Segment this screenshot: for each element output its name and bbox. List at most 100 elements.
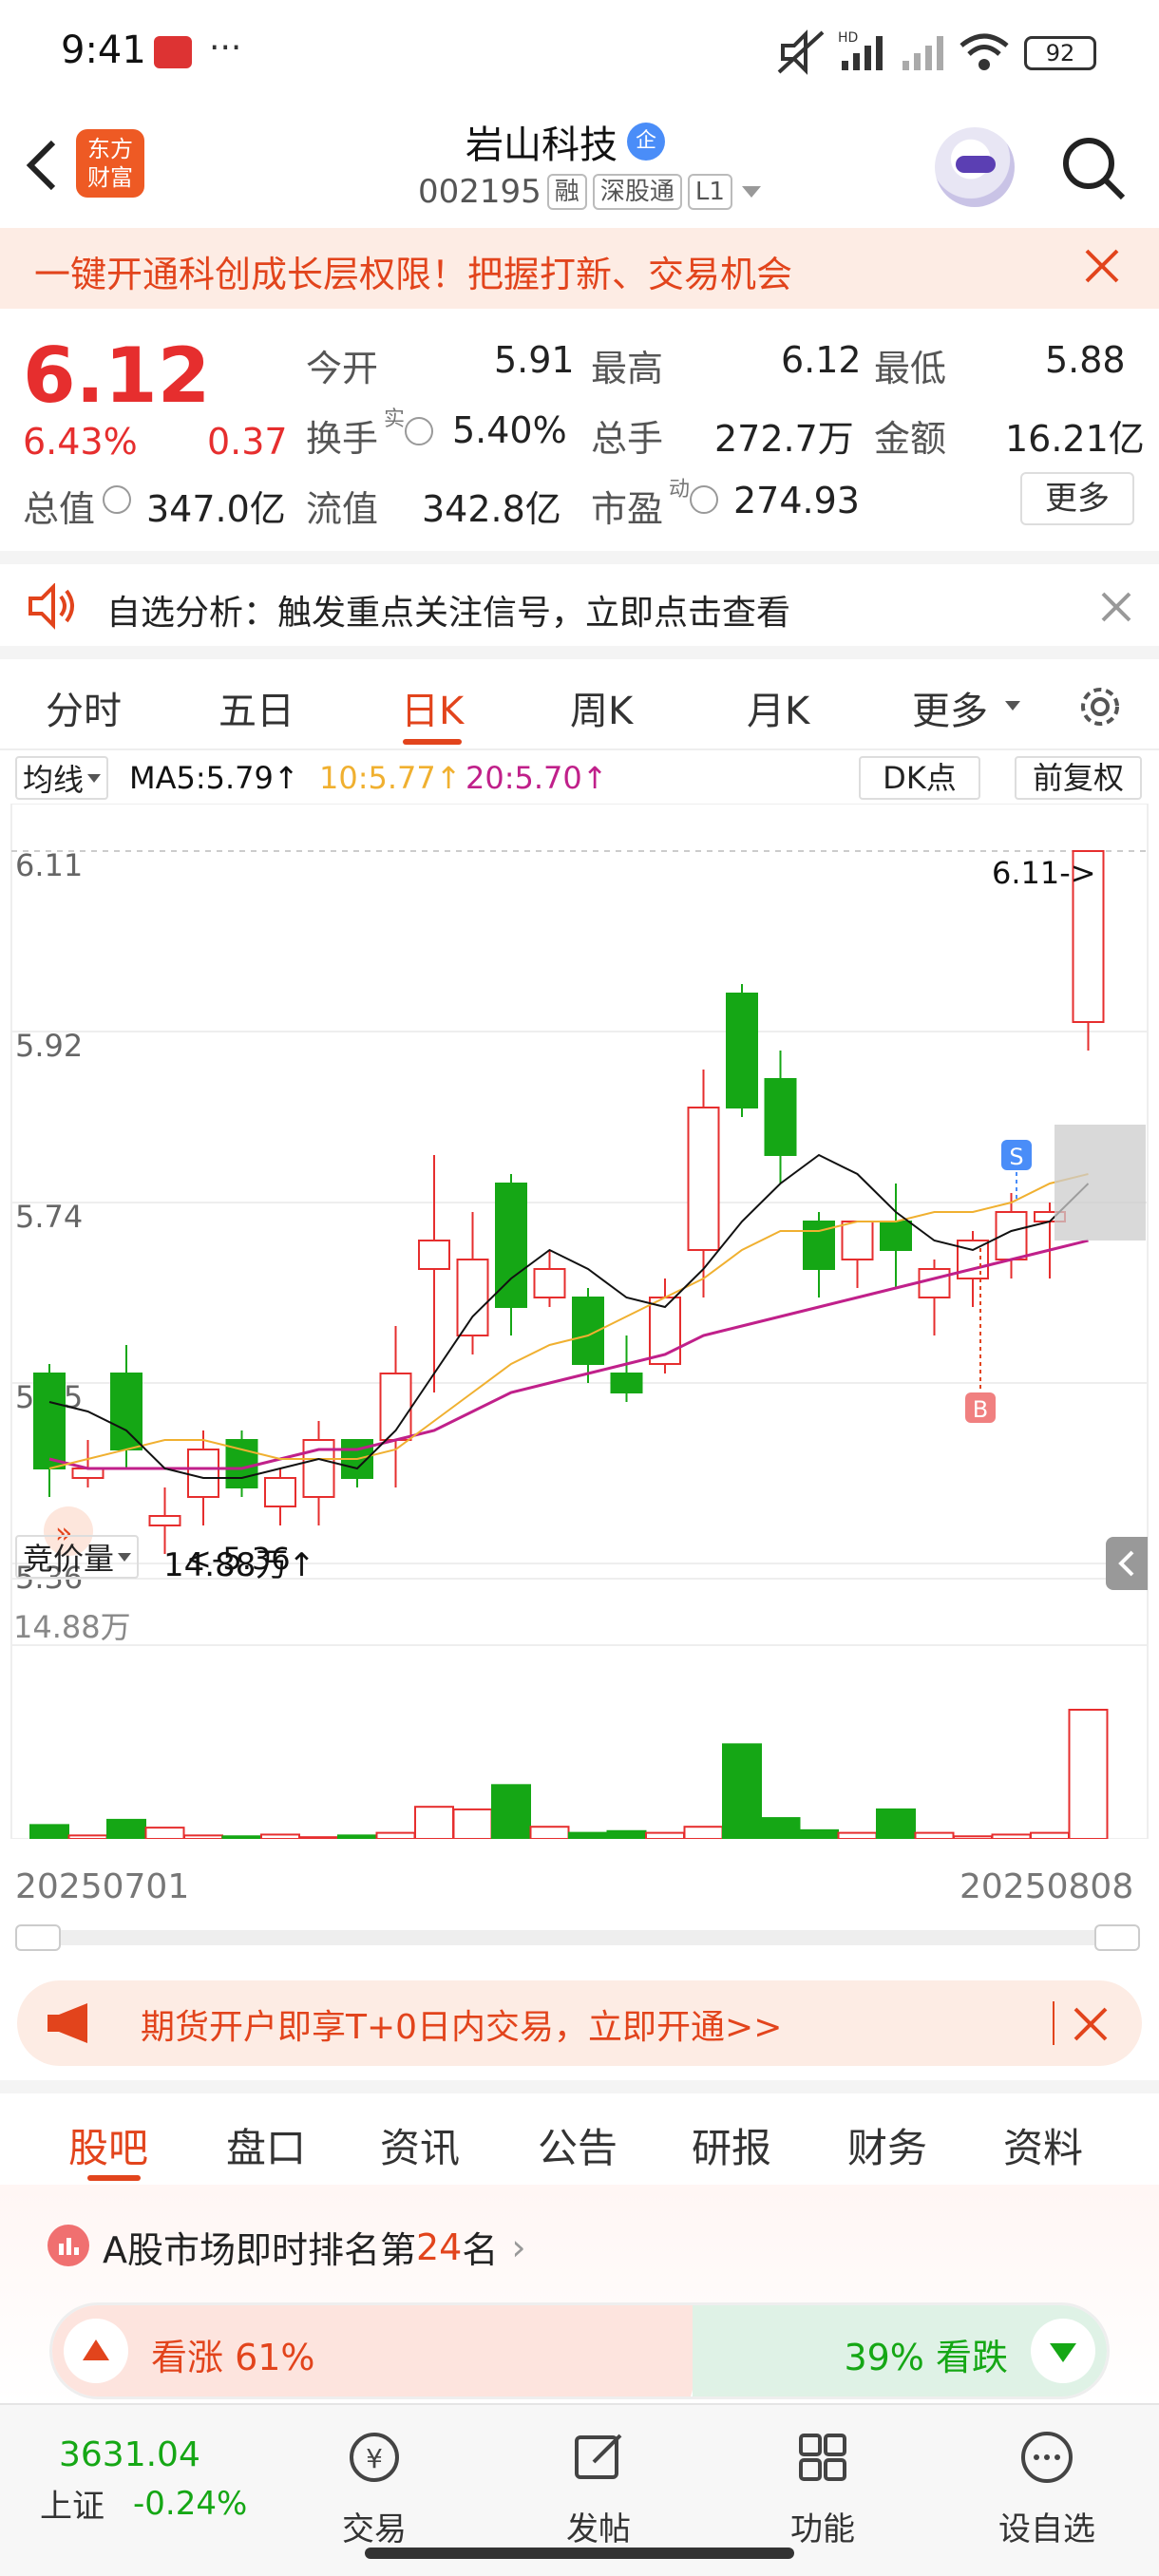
chevron-down-icon (118, 1552, 132, 1562)
nav-add-watchlist[interactable]: 设自选 (980, 2430, 1113, 2549)
tab-more[interactable]: 更多 (912, 680, 988, 735)
info-icon[interactable] (103, 485, 131, 514)
assistant-visor (956, 156, 996, 173)
enterprise-badge-icon: 企 (627, 123, 665, 161)
search-icon[interactable] (1058, 133, 1129, 203)
price-highlight-box (1054, 1125, 1146, 1241)
tab-daily-k[interactable]: 日K (401, 680, 464, 735)
vote-down-button[interactable] (1031, 2319, 1095, 2383)
volume-bar (260, 1833, 300, 1839)
volume-select[interactable]: 竞价量 (15, 1535, 140, 1579)
kline-chart[interactable]: 6.115.925.745.555.36 6.11-> <-5.36 S B » (0, 804, 1159, 1839)
nav-functions[interactable]: 功能 (756, 2430, 889, 2549)
volume-bar (606, 1829, 647, 1839)
tab-monthly-k[interactable]: 月K (747, 680, 809, 735)
back-icon[interactable] (23, 137, 61, 194)
info-icon[interactable] (405, 417, 433, 445)
nav-trade[interactable]: ¥ 交易 (308, 2430, 441, 2549)
close-icon[interactable] (1072, 2005, 1110, 2043)
volume-bar (452, 1808, 493, 1839)
stock-code-row[interactable]: 002195 融 深股通 L1 (418, 173, 761, 211)
tab-announcements[interactable]: 公告 (538, 2116, 618, 2174)
gear-icon[interactable] (1074, 680, 1127, 733)
date-start: 20250701 (15, 1867, 190, 1906)
ma-select-label: 均线 (23, 762, 85, 798)
brand-logo-text2: 财富 (87, 164, 133, 191)
stock-title[interactable]: 岩山科技 企 (466, 114, 665, 169)
candle-body (187, 1449, 219, 1498)
float-value: 342.8亿 (422, 488, 561, 530)
close-icon[interactable] (1083, 247, 1121, 285)
low-value: 5.88 (1045, 339, 1126, 381)
ma10-label: 10:5.77↑ (319, 760, 462, 796)
megaphone-icon (48, 2003, 87, 2043)
chevron-right-icon: › (511, 2226, 526, 2268)
edit-icon (575, 2434, 622, 2479)
tab-profile[interactable]: 资料 (1003, 2116, 1083, 2174)
futures-promo-text: 期货开户即享T+0日内交易，立即开通>> (141, 2008, 783, 2047)
tag-level: L1 (687, 174, 732, 210)
code-dropdown-icon (741, 186, 761, 198)
svg-text:HD: HD (838, 30, 858, 46)
price-tick-label: 5.92 (15, 1028, 83, 1064)
volume-bar (375, 1831, 416, 1839)
more-quote-button[interactable]: 更多 (1020, 472, 1134, 525)
ma20-label: 20:5.70↑ (466, 760, 608, 796)
assistant-avatar[interactable] (935, 127, 1015, 207)
candle-body (841, 1221, 874, 1260)
tab-orderbook[interactable]: 盘口 (226, 2116, 306, 2174)
buy-signal-label: B (973, 1396, 988, 1423)
volume-bar (106, 1818, 146, 1839)
date-end: 20250808 (960, 1867, 1134, 1906)
tab-research[interactable]: 研报 (692, 2116, 771, 2174)
promo-divider (1053, 2001, 1054, 2045)
chart-scrollbar[interactable] (15, 1924, 1140, 1951)
market-rank-card[interactable]: A股市场即时排名第 24 名 › 看涨 61% 39% 看跌 (0, 2185, 1159, 2403)
candle-body (456, 1259, 489, 1336)
promo-banner[interactable]: 一键开通科创成长层权限！把握打新、交易机会 (0, 228, 1159, 309)
vote-up-button[interactable] (64, 2319, 128, 2383)
close-icon[interactable] (1100, 591, 1132, 623)
tab-forum[interactable]: 股吧 (68, 2116, 148, 2174)
info-icon[interactable] (690, 485, 718, 514)
amount-label: 金额 (874, 418, 947, 460)
tab-five-day[interactable]: 五日 (218, 680, 294, 735)
pe-sup: 动 (669, 478, 691, 502)
app-notification-icon (154, 36, 192, 68)
promo-banner-text: 一键开通科创成长层权限！把握打新、交易机会 (34, 254, 793, 295)
ma5-label: MA5:5.79↑ (129, 760, 299, 796)
rank-chart-icon (48, 2225, 89, 2266)
float-label: 流值 (306, 488, 379, 530)
open-value: 5.91 (494, 339, 575, 381)
tag-connect: 深股通 (592, 174, 682, 210)
open-label: 今开 (306, 348, 379, 389)
high-label: 最高 (591, 348, 664, 389)
candle-body (880, 1221, 912, 1251)
adjust-button[interactable]: 前复权 (1015, 756, 1142, 800)
futures-promo[interactable]: 期货开户即享T+0日内交易，立即开通>> (17, 1980, 1142, 2066)
speaker-icon (28, 583, 74, 630)
active-tab-indicator (87, 2175, 141, 2181)
brand-logo[interactable]: 东方 财富 (76, 129, 144, 198)
turnover-label: 换手 (306, 418, 379, 460)
last-price: 6.12 (23, 331, 211, 420)
collapse-panel-button[interactable] (1106, 1537, 1148, 1590)
candle-body (687, 1107, 720, 1251)
stock-code: 002195 (418, 173, 542, 211)
scroll-handle-right[interactable] (1094, 1924, 1140, 1951)
bottom-nav: 3631.04 上证 -0.24% ¥ 交易 发帖 功能 设自选 (0, 2403, 1159, 2576)
tag-margin: 融 (546, 174, 587, 210)
tab-financials[interactable]: 财务 (847, 2116, 927, 2174)
ma-select[interactable]: 均线 (15, 756, 109, 800)
status-time: 9:41 (61, 28, 146, 72)
tab-news[interactable]: 资讯 (380, 2116, 460, 2174)
tab-weekly-k[interactable]: 周K (570, 680, 633, 735)
tab-intraday[interactable]: 分时 (46, 680, 122, 735)
index-ticker[interactable]: 3631.04 上证 -0.24% (40, 2435, 247, 2527)
index-name: 上证 (40, 2488, 104, 2526)
nav-post[interactable]: 发帖 (532, 2430, 665, 2549)
pe-label: 市盈 (591, 488, 664, 530)
scroll-handle-left[interactable] (15, 1924, 61, 1951)
analysis-bar[interactable]: 自选分析：触发重点关注信号，立即点击查看 (0, 551, 1159, 646)
dk-point-button[interactable]: DK点 (859, 756, 980, 800)
